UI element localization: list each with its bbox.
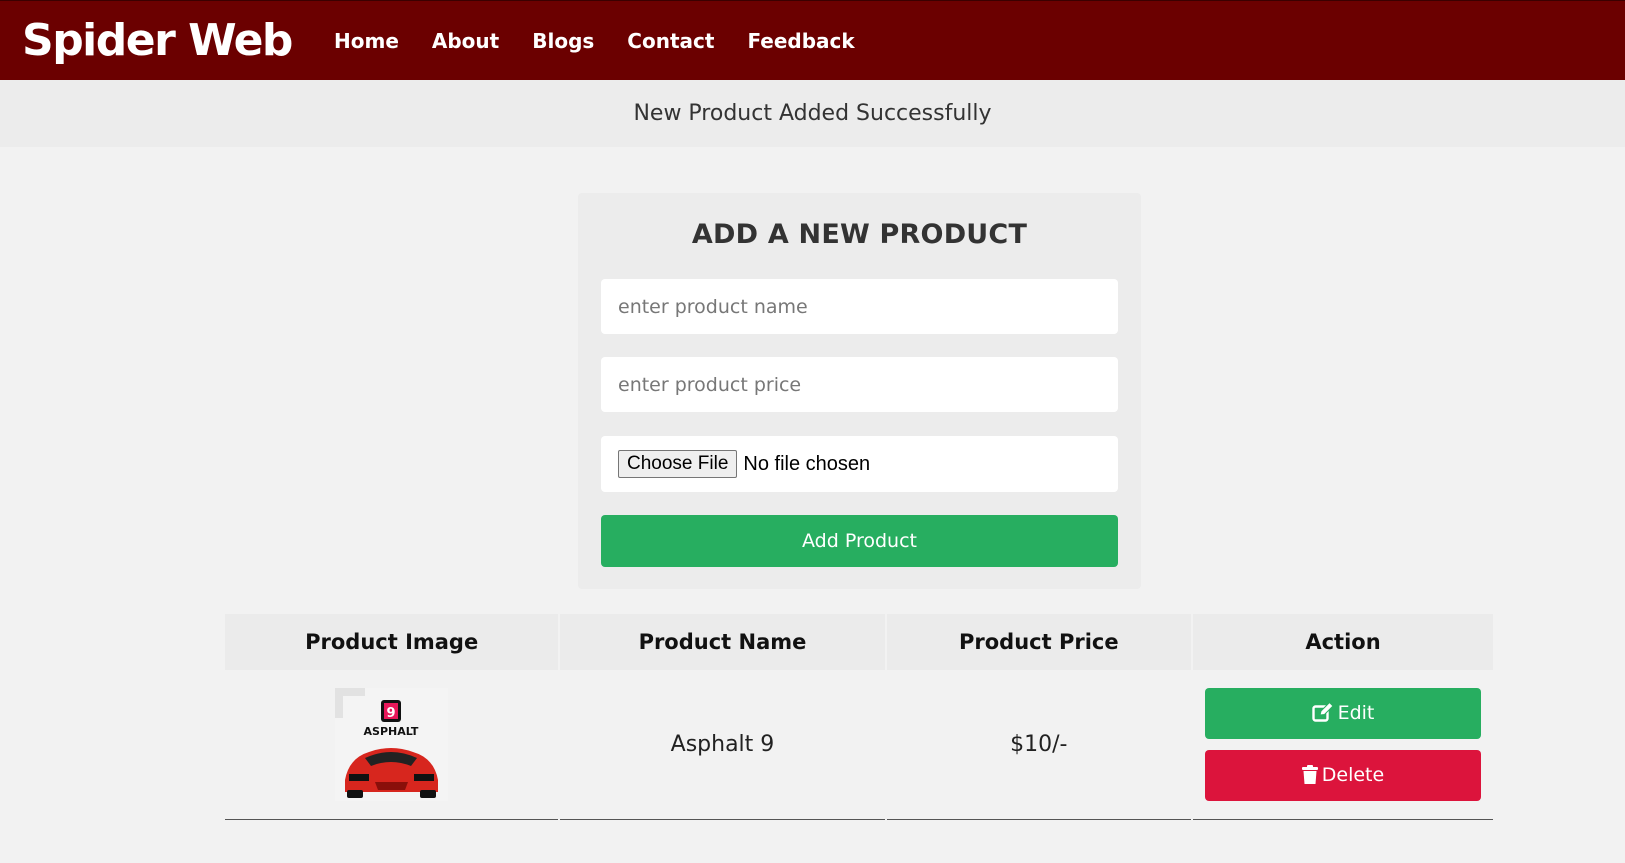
site-logo[interactable]: Spider Web xyxy=(22,13,293,69)
nav-about-link[interactable]: About xyxy=(432,25,499,57)
product-image: 9 ASPHALT xyxy=(335,688,449,801)
table-row: 9 ASPHALT Asphalt 9 $10/- Edit Delete xyxy=(225,670,1493,820)
success-message: New Product Added Successfully xyxy=(0,80,1625,147)
trash-icon xyxy=(1301,765,1318,784)
product-price-input[interactable] xyxy=(601,357,1118,412)
edit-icon xyxy=(1311,701,1334,722)
product-image-cell: 9 ASPHALT xyxy=(225,670,559,820)
nav-blogs-link[interactable]: Blogs xyxy=(532,25,594,57)
nav-contact-link[interactable]: Contact xyxy=(627,25,714,57)
file-status-text: No file chosen xyxy=(743,452,871,475)
product-image-file-input: Choose File No file chosen xyxy=(601,436,1118,492)
image-title-text: ASPHALT xyxy=(364,725,419,738)
table-header-row: Product Image Product Name Product Price… xyxy=(225,614,1493,670)
product-name-cell: Asphalt 9 xyxy=(560,670,885,820)
edit-button[interactable]: Edit xyxy=(1204,688,1481,739)
header-action: Action xyxy=(1192,614,1493,670)
header-product-image: Product Image xyxy=(225,614,559,670)
delete-button-label: Delete xyxy=(1321,764,1385,786)
products-table-wrapper: Product Image Product Name Product Price… xyxy=(225,614,1493,820)
nav-feedback-link[interactable]: Feedback xyxy=(747,25,854,57)
image-badge-text: 9 xyxy=(387,706,396,721)
navbar: Spider Web Home About Blogs Contact Feed… xyxy=(0,0,1625,80)
header-product-price: Product Price xyxy=(886,614,1191,670)
add-product-form: ADD A NEW PRODUCT Choose File No file ch… xyxy=(578,193,1141,589)
product-price-cell: $10/- xyxy=(886,670,1191,820)
form-title: ADD A NEW PRODUCT xyxy=(691,219,1028,250)
products-table: Product Image Product Name Product Price… xyxy=(223,614,1495,820)
delete-button[interactable]: Delete xyxy=(1204,750,1481,801)
product-name-input[interactable] xyxy=(601,279,1118,334)
choose-file-button[interactable]: Choose File xyxy=(618,450,738,478)
header-product-name: Product Name xyxy=(560,614,885,670)
add-product-button[interactable]: Add Product xyxy=(601,515,1118,567)
nav-links: Home About Blogs Contact Feedback xyxy=(334,25,888,57)
action-cell: Edit Delete xyxy=(1192,670,1493,820)
nav-home-link[interactable]: Home xyxy=(334,25,399,57)
edit-button-label: Edit xyxy=(1337,702,1375,724)
